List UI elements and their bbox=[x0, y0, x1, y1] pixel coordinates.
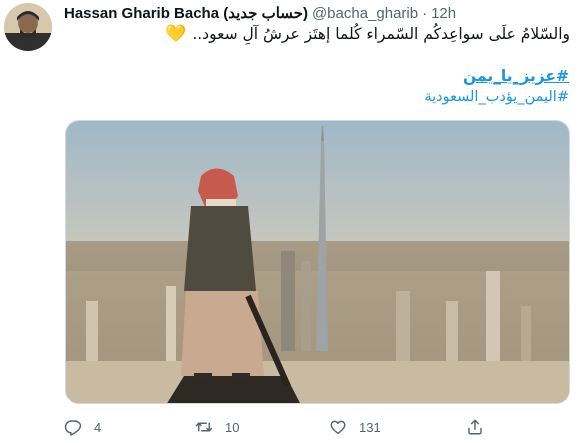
author-handle[interactable]: @bacha_gharib bbox=[312, 5, 418, 22]
timestamp[interactable]: 12h bbox=[431, 5, 456, 22]
hashtag-link[interactable]: #اليمن_يؤدب_السعودية bbox=[424, 89, 569, 105]
like-count: 131 bbox=[359, 419, 381, 435]
share-icon bbox=[468, 419, 482, 435]
avatar[interactable] bbox=[4, 3, 52, 51]
retweet-count: 10 bbox=[225, 419, 240, 435]
like-button[interactable]: 131 bbox=[329, 416, 381, 438]
reply-button[interactable]: 4 bbox=[64, 416, 101, 438]
share-button[interactable] bbox=[466, 416, 484, 438]
reply-icon bbox=[64, 420, 82, 436]
tweet-media-image[interactable] bbox=[65, 120, 570, 404]
retweet-button[interactable]: 10 bbox=[195, 416, 239, 438]
heart-icon bbox=[330, 420, 346, 435]
hashtag-link[interactable]: #عزيز_يا_يمن bbox=[463, 67, 569, 85]
tweet-header: Hassan Gharib Bacha (حساب جديد) @bacha_g… bbox=[64, 3, 456, 23]
action-bar: 4 10 131 bbox=[64, 416, 569, 438]
separator-dot: · bbox=[422, 4, 428, 22]
tweet-text: والسّلامُ علَى سواعِدكُم السّمراء كُلما … bbox=[165, 24, 570, 44]
author-name[interactable]: Hassan Gharib Bacha (حساب جديد) bbox=[64, 4, 308, 22]
tweet[interactable]: Hassan Gharib Bacha (حساب جديد) @bacha_g… bbox=[0, 0, 584, 443]
yellow-heart-emoji: 💛 bbox=[165, 24, 187, 44]
reply-count: 4 bbox=[94, 419, 102, 435]
tweet-text-content: والسّلامُ علَى سواعِدكُم السّمراء كُلما … bbox=[192, 25, 570, 43]
retweet-icon bbox=[195, 422, 213, 432]
